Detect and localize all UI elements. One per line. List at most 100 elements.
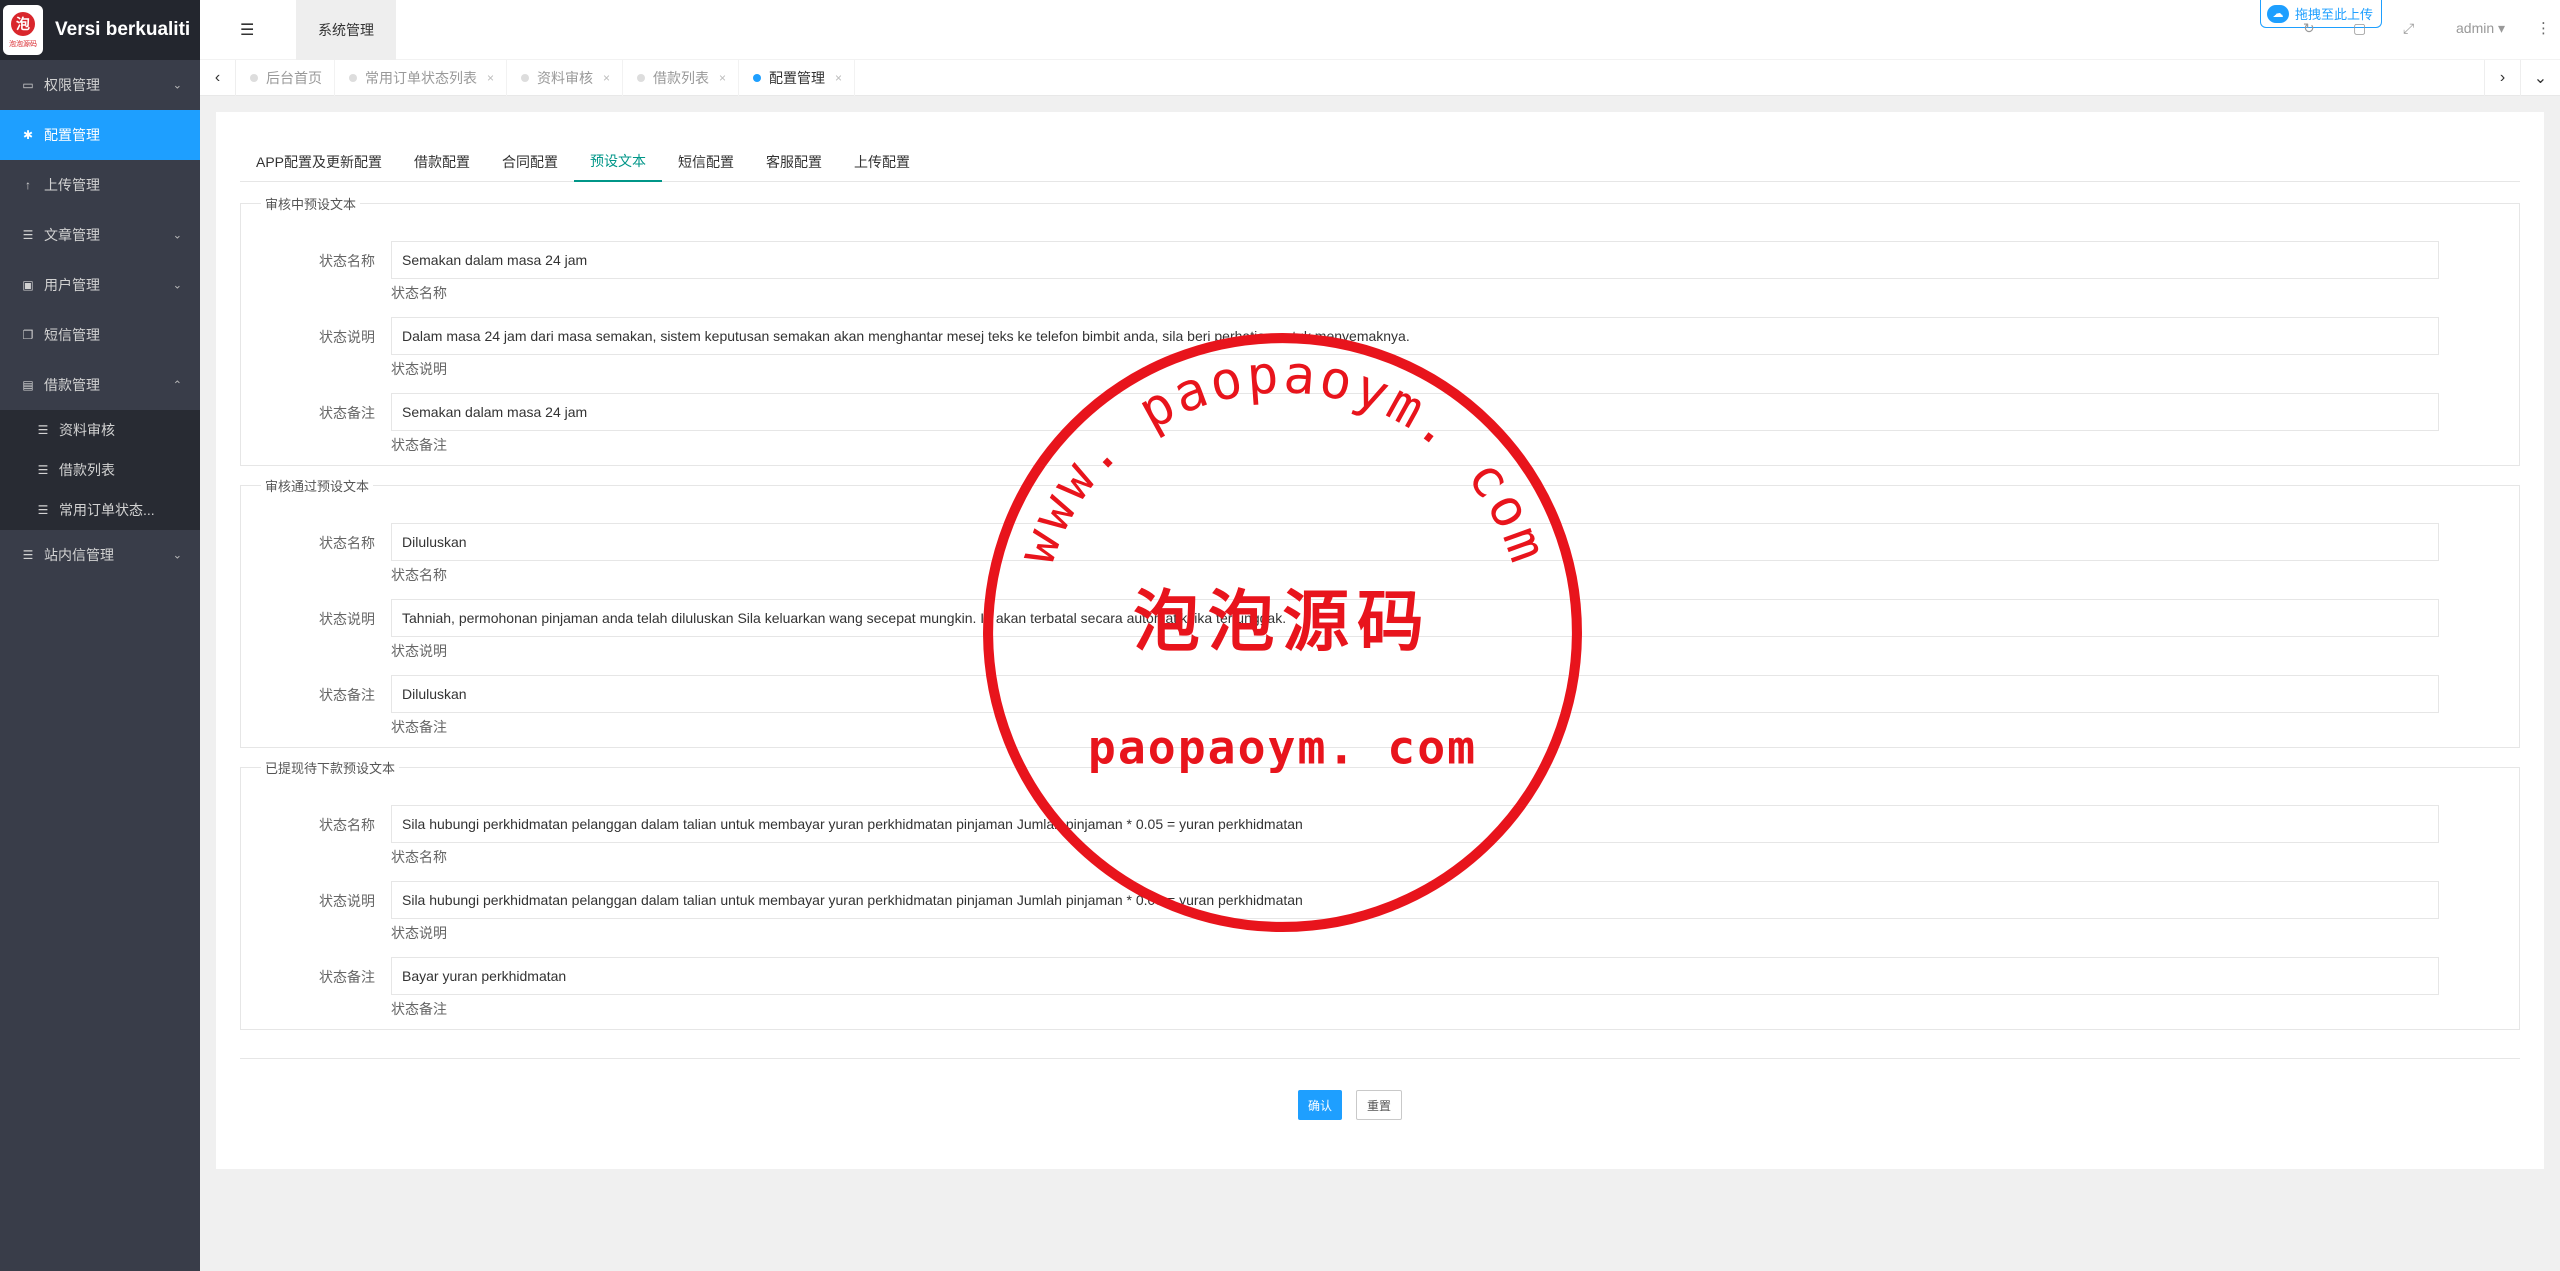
field-label: 状态名称	[319, 253, 375, 269]
text-input[interactable]	[391, 599, 2439, 637]
chevron-down-icon: ⌄	[172, 79, 182, 92]
close-icon[interactable]: ×	[487, 71, 494, 85]
sidebar-item-label: 短信管理	[44, 327, 100, 343]
preset-group: 审核中预设文本状态名称状态名称状态说明状态说明状态备注状态备注	[240, 194, 2520, 466]
sidebar-item-label: 文章管理	[44, 227, 100, 243]
list-icon: ☰	[37, 503, 49, 517]
tab-status-dot	[349, 74, 357, 82]
group-legend: 已提现待下款预设文本	[265, 761, 396, 776]
page-tab[interactable]: 常用订单状态列表 ×	[335, 60, 508, 96]
sidebar-item[interactable]: ❐ 短信管理	[0, 310, 200, 360]
copy-icon: ❐	[22, 328, 34, 342]
sidebar-item[interactable]: ☰ 常用订单状态...	[0, 490, 200, 530]
sidebar-item[interactable]: ▤ 借款管理 ⌃	[0, 360, 200, 410]
tab-scroll-right-icon[interactable]: ›	[2484, 60, 2520, 96]
logo-mark: 泡	[11, 11, 35, 36]
sidebar-item-label: 配置管理	[44, 127, 100, 143]
logo-icon: 泡 泡泡源码	[3, 5, 43, 55]
page-tab[interactable]: 借款列表 ×	[623, 60, 740, 96]
field-label: 状态说明	[319, 893, 375, 909]
text-input[interactable]	[391, 317, 2439, 355]
text-input[interactable]	[391, 881, 2439, 919]
list-icon: ☰	[22, 228, 34, 242]
close-icon[interactable]: ×	[719, 71, 726, 85]
chevron-up-icon: ⌃	[172, 379, 182, 392]
more-icon[interactable]: ⋮	[2536, 19, 2551, 37]
config-tab[interactable]: 借款配置	[398, 142, 486, 182]
field-hint: 状态名称	[391, 285, 447, 301]
page-tab[interactable]: 配置管理 ×	[739, 60, 856, 96]
chevron-down-icon: ⌄	[172, 229, 182, 242]
field-hint: 状态说明	[391, 925, 447, 941]
field-label: 状态说明	[319, 329, 375, 345]
tab-scroll-left-icon[interactable]: ‹	[200, 60, 236, 96]
tab-status-dot	[637, 74, 646, 82]
preset-group: 审核通过预设文本状态名称状态名称状态说明状态说明状态备注状态备注	[240, 476, 2520, 748]
text-input[interactable]	[391, 805, 2439, 843]
refresh-icon[interactable]: ↻	[2303, 20, 2315, 37]
tab-actions-chevron-icon[interactable]: ⌄	[2520, 60, 2560, 96]
close-icon[interactable]: ×	[603, 71, 610, 85]
text-input[interactable]	[391, 241, 2439, 279]
sidebar-item-label: 用户管理	[44, 277, 100, 293]
page-tab[interactable]: 后台首页	[236, 60, 335, 96]
page-tab-strip: ‹ 后台首页 常用订单状态列表 × 资料审核 × 借款列表 × 配置管理 × › ⌄	[200, 60, 2560, 96]
config-tab[interactable]: 短信配置	[662, 142, 750, 182]
config-tab[interactable]: 合同配置	[486, 142, 574, 182]
fullscreen-icon[interactable]: ⤢	[2403, 20, 2414, 37]
sidebar-item[interactable]: ↑ 上传管理	[0, 160, 200, 210]
reset-button[interactable]: 重置	[1356, 1090, 1402, 1120]
text-input[interactable]	[391, 675, 2439, 713]
tab-status-dot	[521, 74, 530, 82]
field-hint: 状态说明	[391, 361, 447, 377]
text-input[interactable]	[391, 393, 2439, 431]
lock-icon[interactable]: ▢	[2353, 20, 2366, 37]
sidebar-item-label: 借款列表	[59, 462, 115, 478]
group-legend: 审核通过预设文本	[265, 479, 370, 494]
logo-area[interactable]: 泡 泡泡源码 Versi berkualiti	[0, 0, 200, 60]
page-tab[interactable]: 资料审核 ×	[507, 60, 624, 96]
sidebar-item[interactable]: ✱ 配置管理	[0, 110, 200, 160]
system-management-tab[interactable]: 系统管理	[296, 0, 396, 60]
sidebar-item[interactable]: ☰ 站内信管理 ⌄	[0, 530, 200, 580]
text-input[interactable]	[391, 523, 2439, 561]
money-icon: ▤	[22, 378, 34, 392]
sidebar-item[interactable]: ▭ 权限管理 ⌄	[0, 60, 200, 110]
field-label: 状态名称	[319, 817, 375, 833]
logo-text: 泡泡源码	[9, 40, 37, 48]
field-label: 状态备注	[319, 969, 375, 985]
field-label: 状态备注	[319, 687, 375, 703]
form-row: 状态说明状态说明	[241, 317, 2519, 377]
user-menu[interactable]: admin ▾	[2456, 20, 2505, 37]
confirm-button[interactable]: 确认	[1298, 1090, 1342, 1120]
close-icon[interactable]: ×	[835, 71, 842, 85]
field-hint: 状态备注	[391, 437, 447, 453]
field-hint: 状态备注	[391, 719, 447, 735]
menu-toggle-icon[interactable]: ☰	[240, 20, 254, 40]
sidebar-item[interactable]: ☰ 资料审核	[0, 410, 200, 450]
config-tab[interactable]: 上传配置	[838, 142, 926, 182]
cloud-icon: ☁	[2267, 4, 2289, 23]
sidebar-item-label: 资料审核	[59, 422, 115, 438]
list-icon: ☰	[22, 548, 34, 562]
field-hint: 状态名称	[391, 849, 447, 865]
sidebar-item[interactable]: ☰ 文章管理 ⌄	[0, 210, 200, 260]
sidebar-item[interactable]: ▣ 用户管理 ⌄	[0, 260, 200, 310]
sidebar-item-label: 站内信管理	[44, 547, 114, 563]
sidebar-item-label: 上传管理	[44, 177, 100, 193]
form-row: 状态名称状态名称	[241, 523, 2519, 583]
chevron-down-icon: ⌄	[172, 549, 182, 562]
form-row: 状态说明状态说明	[241, 599, 2519, 659]
tab-status-dot	[753, 74, 762, 82]
sidebar-item-label: 常用订单状态...	[59, 502, 155, 518]
gear-icon: ✱	[22, 128, 34, 142]
config-tab[interactable]: 客服配置	[750, 142, 838, 182]
text-input[interactable]	[391, 957, 2439, 995]
sidebar-item[interactable]: ☰ 借款列表	[0, 450, 200, 490]
config-tab[interactable]: 预设文本	[574, 142, 663, 182]
sidebar-submenu: ☰ 资料审核 ☰ 借款列表 ☰ 常用订单状态...	[0, 410, 200, 530]
form-row: 状态名称状态名称	[241, 241, 2519, 301]
group-legend: 审核中预设文本	[265, 197, 357, 212]
config-tab[interactable]: APP配置及更新配置	[240, 142, 398, 182]
page-tab-label: 资料审核	[537, 70, 594, 86]
